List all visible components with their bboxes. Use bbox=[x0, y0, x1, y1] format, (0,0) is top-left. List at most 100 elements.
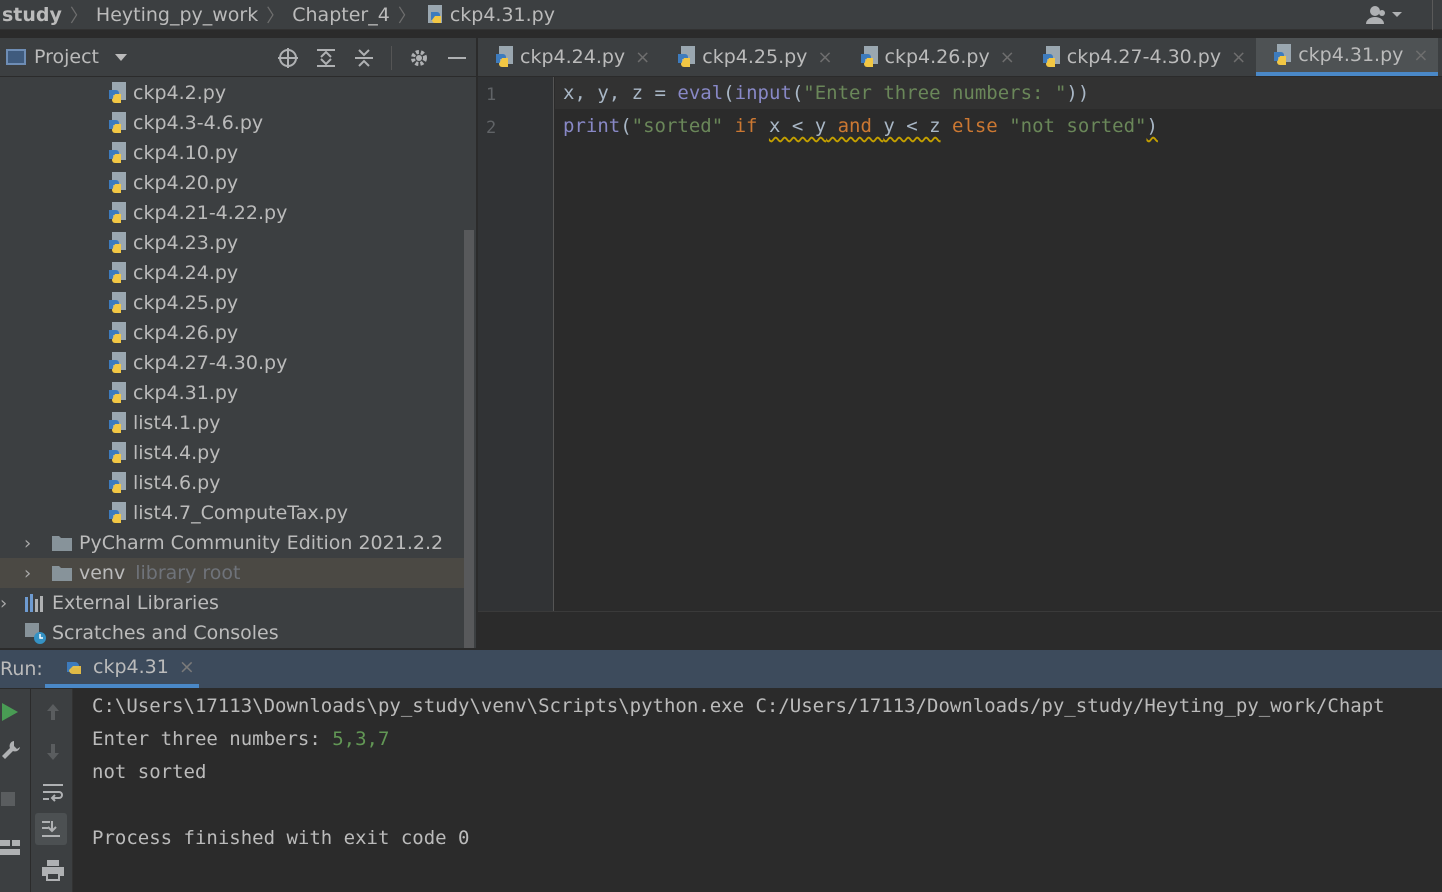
code-token-warning: x < y bbox=[768, 115, 827, 137]
tree-file[interactable]: list4.6.py bbox=[0, 468, 464, 498]
tree-file[interactable]: ckp4.25.py bbox=[0, 288, 464, 318]
close-icon[interactable]: × bbox=[1231, 47, 1246, 68]
python-file-icon bbox=[678, 46, 696, 67]
tree-file[interactable]: ckp4.24.py bbox=[0, 258, 464, 288]
close-icon[interactable]: × bbox=[1000, 47, 1015, 68]
editor-tab[interactable]: ckp4.24.py × bbox=[478, 38, 660, 76]
stop-icon[interactable] bbox=[0, 789, 20, 811]
tree-file-label: ckp4.20.py bbox=[133, 172, 239, 194]
python-file-icon bbox=[109, 442, 126, 463]
tree-file[interactable]: ckp4.27-4.30.py bbox=[0, 348, 464, 378]
tree-file-label: list4.7_ComputeTax.py bbox=[133, 502, 348, 524]
tree-label: Scratches and Consoles bbox=[52, 622, 279, 644]
tree-external-libraries[interactable]: › External Libraries bbox=[0, 588, 464, 618]
code-token: = bbox=[643, 82, 678, 104]
code-token: ( bbox=[791, 82, 804, 104]
locate-icon[interactable] bbox=[277, 47, 299, 69]
tree-file[interactable]: ckp4.21-4.22.py bbox=[0, 198, 464, 228]
editor-tab[interactable]: ckp4.27-4.30.py × bbox=[1025, 38, 1256, 76]
library-icon bbox=[25, 594, 43, 612]
code-token-warning: and bbox=[826, 115, 884, 137]
python-file-icon bbox=[109, 472, 126, 493]
breadcrumb-item-chapter[interactable]: Chapter_4 bbox=[292, 4, 390, 26]
hide-panel-icon[interactable] bbox=[446, 47, 468, 69]
gear-icon[interactable] bbox=[408, 47, 430, 69]
editor-tab[interactable]: ckp4.25.py × bbox=[660, 38, 842, 76]
print-icon[interactable] bbox=[41, 859, 65, 881]
tree-scratches[interactable]: Scratches and Consoles bbox=[0, 618, 464, 648]
tree-file[interactable]: ckp4.26.py bbox=[0, 318, 464, 348]
tree-file[interactable]: ckp4.2.py bbox=[0, 78, 464, 108]
breadcrumb-item-heyting[interactable]: Heyting_py_work bbox=[96, 4, 258, 26]
console-user-input: 5,3,7 bbox=[332, 728, 390, 750]
soft-wrap-icon[interactable] bbox=[41, 781, 65, 803]
tree-file-label: list4.6.py bbox=[133, 472, 221, 494]
run-toolbar-left bbox=[0, 689, 30, 892]
code-line-1[interactable]: x, y, z = eval(input("Enter three number… bbox=[563, 82, 1089, 104]
breadcrumb-item-file[interactable]: ckp4.31.py bbox=[424, 4, 555, 26]
tree-file[interactable]: ckp4.10.py bbox=[0, 138, 464, 168]
console-line-exit: Process finished with exit code 0 bbox=[92, 827, 470, 849]
code-token-warning: y < z bbox=[883, 115, 941, 137]
console-line-prompt: Enter three numbers: 5,3,7 bbox=[92, 728, 389, 750]
editor-tab[interactable]: ckp4.31.py × bbox=[1256, 38, 1439, 76]
editor-tab[interactable]: ckp4.26.py × bbox=[843, 38, 1025, 76]
rerun-play-icon[interactable] bbox=[0, 701, 20, 723]
code-token: if bbox=[723, 115, 769, 137]
tree-file-label: ckp4.3-4.6.py bbox=[133, 112, 264, 134]
tree-file[interactable]: list4.1.py bbox=[0, 408, 464, 438]
layout-icon[interactable] bbox=[0, 837, 22, 859]
code-line-2[interactable]: print("sorted" if x < y and y < z else "… bbox=[563, 115, 1158, 137]
close-icon[interactable]: × bbox=[817, 47, 832, 68]
scroll-to-end-button[interactable] bbox=[35, 813, 67, 845]
project-view-selector[interactable]: Project bbox=[6, 46, 128, 68]
code-token: "not sorted" bbox=[1009, 115, 1147, 137]
code-editor[interactable]: x, y, z = eval(input("Enter three number… bbox=[555, 77, 1442, 611]
tree-file[interactable]: list4.7_ComputeTax.py bbox=[0, 498, 464, 528]
run-console[interactable]: C:\Users\17113\Downloads\py_study\venv\S… bbox=[74, 689, 1442, 892]
tree-file-label: ckp4.2.py bbox=[133, 82, 227, 104]
breadcrumb-separator: 〉 bbox=[69, 5, 88, 27]
tree-folder-pycharm[interactable]: › PyCharm Community Edition 2021.2.2 bbox=[0, 528, 464, 558]
chevron-right-icon: › bbox=[0, 592, 8, 614]
breadcrumb: study 〉 Heyting_py_work 〉 Chapter_4 〉 ck… bbox=[0, 0, 1442, 30]
breadcrumb-separator: 〉 bbox=[397, 5, 416, 27]
user-account-icon[interactable] bbox=[1364, 4, 1406, 26]
tree-file[interactable]: ckp4.23.py bbox=[0, 228, 464, 258]
expand-all-icon[interactable] bbox=[315, 47, 337, 69]
tree-file-label: ckp4.24.py bbox=[133, 262, 239, 284]
collapse-all-icon[interactable] bbox=[353, 47, 375, 69]
arrow-up-icon[interactable] bbox=[43, 701, 63, 723]
breadcrumb-separator: 〉 bbox=[266, 5, 285, 27]
code-token: print bbox=[563, 115, 621, 137]
editor-tab-label: ckp4.26.py bbox=[884, 46, 990, 68]
tree-file-label: ckp4.25.py bbox=[133, 292, 239, 314]
code-token: x, y, z bbox=[563, 82, 644, 104]
python-file-icon bbox=[1042, 46, 1060, 67]
python-file-icon bbox=[109, 322, 126, 343]
python-file-icon bbox=[109, 292, 126, 313]
tree-file[interactable]: ckp4.20.py bbox=[0, 168, 464, 198]
tree-folder-label: PyCharm Community Edition 2021.2.2 bbox=[79, 532, 444, 554]
breadcrumb-item-study[interactable]: study bbox=[2, 4, 62, 26]
library-root-note: library root bbox=[135, 562, 241, 584]
run-tab-ckp4-31[interactable]: ckp4.31 × bbox=[45, 650, 199, 688]
close-icon[interactable]: × bbox=[1413, 45, 1428, 66]
wrench-icon[interactable] bbox=[0, 739, 20, 761]
project-scrollbar[interactable] bbox=[464, 230, 474, 648]
line-number: 2 bbox=[486, 118, 497, 138]
tree-file-label: ckp4.23.py bbox=[133, 232, 239, 254]
folder-icon bbox=[52, 566, 72, 581]
tree-file[interactable]: ckp4.3-4.6.py bbox=[0, 108, 464, 138]
project-toolbar: Project bbox=[0, 38, 476, 76]
python-file-icon bbox=[109, 112, 126, 133]
venv-label: venv bbox=[79, 562, 126, 584]
run-panel-header: Run: ckp4.31 × bbox=[0, 650, 1442, 688]
tree-folder-venv[interactable]: › venv library root bbox=[0, 558, 464, 588]
close-icon[interactable]: × bbox=[635, 47, 650, 68]
tree-file[interactable]: ckp4.31.py bbox=[0, 378, 464, 408]
close-icon[interactable]: × bbox=[179, 656, 195, 678]
tree-file-label: ckp4.27-4.30.py bbox=[133, 352, 288, 374]
arrow-down-icon[interactable] bbox=[43, 741, 63, 763]
tree-file[interactable]: list4.4.py bbox=[0, 438, 464, 468]
